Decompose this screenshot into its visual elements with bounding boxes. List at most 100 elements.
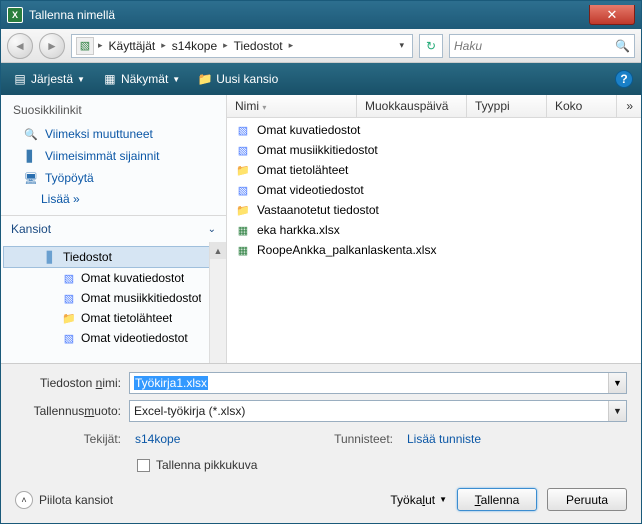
shortcut-icon: ▧ xyxy=(235,122,251,138)
filename-row: Tiedoston nimi: Työkirja1.xlsx ▼ xyxy=(15,372,627,394)
scroll-up-icon[interactable]: ▲ xyxy=(210,242,226,259)
column-name[interactable]: Nimi ▾ xyxy=(227,95,357,117)
filename-input[interactable]: Työkirja1.xlsx ▼ xyxy=(129,372,627,394)
titlebar-left: X Tallenna nimellä xyxy=(7,7,115,23)
file-label: eka harkka.xlsx xyxy=(257,223,340,237)
shortcut-icon: ▧ xyxy=(235,142,251,158)
breadcrumb-seg-2[interactable]: Tiedostot xyxy=(230,39,287,53)
organize-button[interactable]: ▤ Järjestä ▼ xyxy=(9,70,89,88)
file-row[interactable]: ▧ Omat videotiedostot xyxy=(231,180,637,200)
file-row[interactable]: 📁Vastaanotetut tiedostot xyxy=(231,200,637,220)
search-input[interactable]: Haku 🔍 xyxy=(449,34,635,58)
file-list[interactable]: ▧ Omat kuvatiedostot ▧Omat musiikkitiedost… xyxy=(227,118,641,363)
authors-label: Tekijät: xyxy=(15,432,129,446)
favorites-header: Suosikkilinkit xyxy=(1,95,226,123)
favorites-more[interactable]: Lisää » xyxy=(19,189,220,209)
column-headers: Nimi ▾ Muokkauspäivä Tyyppi Koko » xyxy=(227,95,641,118)
save-as-dialog: X Tallenna nimellä ✕ ◄ ► ▧ ▸ Käyttäjät ▸… xyxy=(0,0,642,524)
tree-item-music[interactable]: ▧ Omat musiikkitiedostot xyxy=(3,288,224,308)
excel-icon: X xyxy=(7,7,23,23)
favorite-item-desktop[interactable]: 🖥 Työpöytä xyxy=(19,167,220,189)
chevron-down-icon: ⌄ xyxy=(208,224,216,235)
recent-icon: 🔍 xyxy=(23,126,39,142)
thumbnail-label: Tallenna pikkukuva xyxy=(156,458,257,472)
tags-label: Tunnisteet: xyxy=(321,432,401,446)
folder-icon: 📁 xyxy=(198,72,212,86)
folder-tree: ▋ Tiedostot ▧ Omat kuvatiedostot ▧ Omat … xyxy=(1,242,226,363)
filename-dropdown[interactable]: ▼ xyxy=(608,373,626,393)
navbar: ◄ ► ▧ ▸ Käyttäjät ▸ s14kope ▸ Tiedostot … xyxy=(1,29,641,63)
excel-file-icon: ▦ xyxy=(235,222,251,238)
breadcrumb-seg-1[interactable]: s14kope xyxy=(168,39,221,53)
folder-icon: 📁 xyxy=(61,310,77,326)
views-button[interactable]: ▦ Näkymät ▼ xyxy=(99,70,184,88)
search-placeholder: Haku xyxy=(454,39,482,53)
tools-button[interactable]: Työkalut ▼ xyxy=(390,493,447,507)
file-row[interactable]: ▦ eka harkka.xlsx xyxy=(231,220,637,240)
tree-item-videos[interactable]: ▧ Omat videotiedostot xyxy=(3,328,224,348)
filetype-row: Tallennusmuoto: Excel-työkirja (*.xlsx) … xyxy=(15,400,627,422)
file-label: RoopeAnkka_palkanlaskenta.xlsx xyxy=(257,243,436,257)
favorite-item-recent-places[interactable]: ▋ Viimeisimmät sijainnit xyxy=(19,145,220,167)
file-row[interactable]: 📁Omat tietolähteet xyxy=(231,160,637,180)
tree-scrollbar[interactable]: ▲ xyxy=(209,242,226,363)
thumbnail-checkbox[interactable] xyxy=(137,459,150,472)
tree-item-datasources[interactable]: 📁 Omat tietolähteet xyxy=(3,308,224,328)
forward-button[interactable]: ► xyxy=(39,33,65,59)
column-type[interactable]: Tyyppi xyxy=(467,95,547,117)
column-more[interactable]: » xyxy=(618,95,641,117)
hide-folders-button[interactable]: ˄ Piilota kansiot xyxy=(15,491,113,509)
breadcrumb-seg-0[interactable]: Käyttäjät xyxy=(105,39,160,53)
breadcrumb[interactable]: ▧ ▸ Käyttäjät ▸ s14kope ▸ Tiedostot ▸ ▾ xyxy=(71,34,413,58)
authors-value[interactable]: s14kope xyxy=(135,432,180,446)
refresh-button[interactable]: ↻ xyxy=(419,34,443,58)
shortcut-icon: ▧ xyxy=(235,182,251,198)
toolbar: ▤ Järjestä ▼ ▦ Näkymät ▼ 📁 Uusi kansio ? xyxy=(1,63,641,95)
views-icon: ▦ xyxy=(103,72,117,86)
filetype-select[interactable]: Excel-työkirja (*.xlsx) ▼ xyxy=(129,400,627,422)
file-label: Omat tietolähteet xyxy=(257,163,348,177)
main-area: Suosikkilinkit 🔍 Viimeksi muuttuneet ▋ V… xyxy=(1,95,641,364)
filename-label: Tiedoston nimi: xyxy=(15,376,129,390)
chevron-down-icon: ▼ xyxy=(439,495,447,504)
column-size[interactable]: Koko xyxy=(547,95,617,117)
filetype-label: Tallennusmuoto: xyxy=(15,404,129,418)
places-icon: ▋ xyxy=(23,148,39,164)
meta-row: Tekijät: s14kope Tunnisteet: Lisää tunni… xyxy=(15,428,627,448)
help-button[interactable]: ? xyxy=(615,70,633,88)
chevron-icon: ▸ xyxy=(221,40,230,51)
form-area: Tiedoston nimi: Työkirja1.xlsx ▼ Tallenn… xyxy=(1,364,641,480)
save-button[interactable]: Tallenna xyxy=(457,488,537,511)
chevron-icon: ▸ xyxy=(159,40,168,51)
file-row[interactable]: ▧ Omat kuvatiedostot xyxy=(231,120,637,140)
tree-item-tiedostot[interactable]: ▋ Tiedostot xyxy=(3,246,224,268)
documents-icon: ▋ xyxy=(43,249,59,265)
close-button[interactable]: ✕ xyxy=(589,5,635,25)
location-icon: ▧ xyxy=(76,37,94,55)
chevron-icon: ▸ xyxy=(287,40,296,51)
back-button[interactable]: ◄ xyxy=(7,33,33,59)
titlebar: X Tallenna nimellä ✕ xyxy=(1,1,641,29)
cancel-button[interactable]: Peruuta xyxy=(547,488,627,511)
tree-item-pictures[interactable]: ▧ Omat kuvatiedostot xyxy=(3,268,224,288)
excel-file-icon: ▦ xyxy=(235,242,251,258)
new-folder-button[interactable]: 📁 Uusi kansio xyxy=(194,70,282,88)
file-label: Vastaanotetut tiedostot xyxy=(257,203,379,217)
file-row[interactable]: ▧Omat musiikkitiedostot xyxy=(231,140,637,160)
filetype-dropdown[interactable]: ▼ xyxy=(608,401,626,421)
chevron-icon: ▸ xyxy=(96,40,105,51)
breadcrumb-dropdown[interactable]: ▾ xyxy=(393,40,410,51)
tags-value[interactable]: Lisää tunniste xyxy=(407,432,481,446)
search-icon: 🔍 xyxy=(615,39,630,53)
footer: ˄ Piilota kansiot Työkalut ▼ Tallenna Pe… xyxy=(1,480,641,523)
column-modified[interactable]: Muokkauspäivä xyxy=(357,95,467,117)
file-label: Omat videotiedostot xyxy=(257,183,364,197)
favorite-item-recent-changed[interactable]: 🔍 Viimeksi muuttuneet xyxy=(19,123,220,145)
file-row[interactable]: ▦ RoopeAnkka_palkanlaskenta.xlsx xyxy=(231,240,637,260)
file-label: Omat kuvatiedostot xyxy=(257,123,360,137)
organize-icon: ▤ xyxy=(13,72,27,86)
shortcut-icon: ▧ xyxy=(61,290,77,306)
shortcut-icon: ▧ xyxy=(61,270,77,286)
chevron-down-icon: ▼ xyxy=(77,75,85,84)
folders-header[interactable]: Kansiot ⌄ xyxy=(1,215,226,242)
